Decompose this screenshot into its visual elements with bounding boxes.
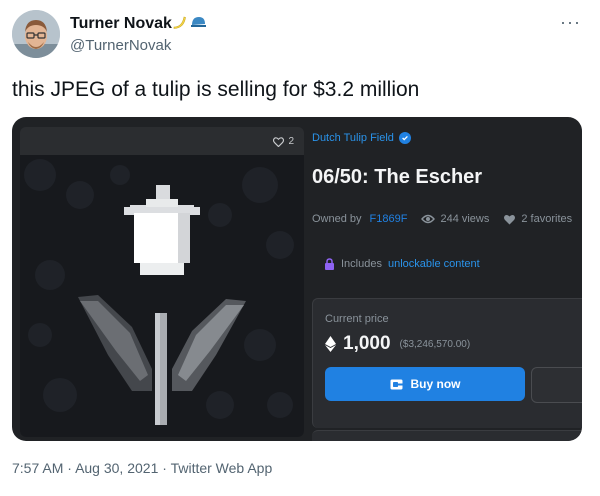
author-name[interactable]: Turner Novak (70, 15, 172, 33)
collection-name: Dutch Tulip Field (312, 132, 394, 144)
separator: · (67, 460, 72, 476)
heart-icon (273, 136, 285, 147)
price-row: 1,000 ($3,246,570.00) (325, 333, 470, 355)
lock-icon (325, 258, 334, 270)
tweet-timestamp: 7:57 AM · Aug 30, 2021 · Twitter Web App (12, 460, 272, 476)
cap-icon (191, 17, 206, 27)
current-price-label: Current price (325, 313, 389, 325)
opensea-listing-card[interactable]: 2 Dutch Tulip Field 06/50: The Escher Ow… (12, 117, 582, 441)
unlockable-notice: Includes unlockable content (324, 258, 480, 270)
more-options-icon[interactable]: ··· (560, 12, 581, 33)
collection-link[interactable]: Dutch Tulip Field (312, 132, 411, 144)
price-box: Current price 1,000 ($3,246,570.00) Buy … (312, 298, 582, 428)
favorites-info: 2 favorites (503, 213, 572, 225)
nft-title: 06/50: The Escher (312, 166, 483, 188)
price-usd: ($3,246,570.00) (399, 338, 471, 350)
favorite-count: 2 (288, 136, 294, 147)
tweet-source[interactable]: Twitter Web App (171, 460, 273, 476)
listing-meta: Owned by F1869F 244 views 2 favorites (312, 213, 572, 225)
tulip-image (20, 155, 304, 437)
wallet-icon (390, 379, 402, 389)
favorites-count: 2 favorites (521, 213, 573, 225)
ethereum-icon (325, 336, 336, 352)
unlockable-content-link[interactable]: unlockable content (388, 258, 480, 270)
separator: · (162, 460, 167, 476)
tweet-text: this JPEG of a tulip is selling for $3.2… (12, 78, 420, 101)
price-value: 1,000 (343, 333, 391, 354)
avatar[interactable] (12, 10, 60, 58)
buy-now-button[interactable]: Buy now (325, 367, 525, 401)
nft-image-frame: 2 (20, 127, 304, 437)
tweet-date[interactable]: Aug 30, 2021 (75, 460, 158, 476)
owner-link[interactable]: F1869F (370, 213, 408, 225)
heart-icon (504, 214, 516, 224)
listing-panel: Dutch Tulip Field 06/50: The Escher Owne… (312, 117, 582, 441)
author-handle[interactable]: @TurnerNovak (70, 37, 171, 54)
eye-icon (421, 214, 436, 224)
views-info: 244 views (421, 213, 489, 225)
author-emoji (171, 14, 207, 30)
views-count: 244 views (440, 213, 490, 225)
unlock-prefix: Includes (341, 258, 382, 270)
favorite-counter[interactable]: 2 (273, 136, 294, 147)
verified-badge-icon (398, 132, 411, 144)
buy-now-label: Buy now (410, 377, 461, 391)
owner-info: Owned by F1869F (312, 213, 407, 225)
tweet-time[interactable]: 7:57 AM (12, 460, 63, 476)
avatar-image (12, 10, 60, 58)
make-offer-button[interactable] (531, 367, 582, 403)
banana-icon (173, 16, 186, 29)
next-section (312, 430, 582, 441)
owned-by-label: Owned by (312, 213, 362, 225)
